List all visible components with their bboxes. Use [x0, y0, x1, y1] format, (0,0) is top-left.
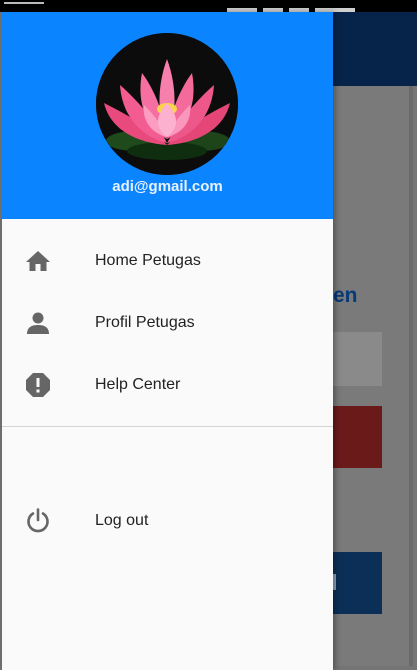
person-icon [24, 309, 52, 337]
menu-item-label: Profil Petugas [95, 314, 195, 331]
status-bar-notifications [4, 0, 44, 4]
menu-item-label: Home Petugas [95, 252, 201, 269]
status-bar-indicators [221, 0, 411, 13]
drawer-header: adi@gmail.com [2, 12, 333, 219]
background-input-field [333, 332, 382, 386]
menu-item-log-out[interactable]: Log out [2, 493, 333, 549]
navigation-drawer: adi@gmail.com Home Petugas Profil Petuga… [2, 12, 333, 670]
menu-item-profil-petugas[interactable]: Profil Petugas [2, 295, 333, 351]
menu-item-label: Help Center [95, 376, 181, 393]
power-icon [24, 507, 52, 535]
background-blue-button [333, 552, 382, 614]
background-red-button [333, 406, 382, 468]
status-bar [0, 0, 417, 13]
menu-divider [2, 426, 333, 427]
menu-item-help-center[interactable]: Help Center [2, 357, 333, 413]
account-email: adi@gmail.com [112, 178, 223, 195]
background-heading: en [333, 284, 358, 307]
menu-item-home-petugas[interactable]: Home Petugas [2, 233, 333, 289]
alert-octagon-icon [24, 371, 52, 399]
lotus-flower-photo [96, 33, 238, 175]
menu-item-label: Log out [95, 512, 149, 529]
avatar[interactable] [96, 33, 238, 175]
home-icon [24, 247, 52, 275]
background-app-bar [333, 12, 417, 86]
